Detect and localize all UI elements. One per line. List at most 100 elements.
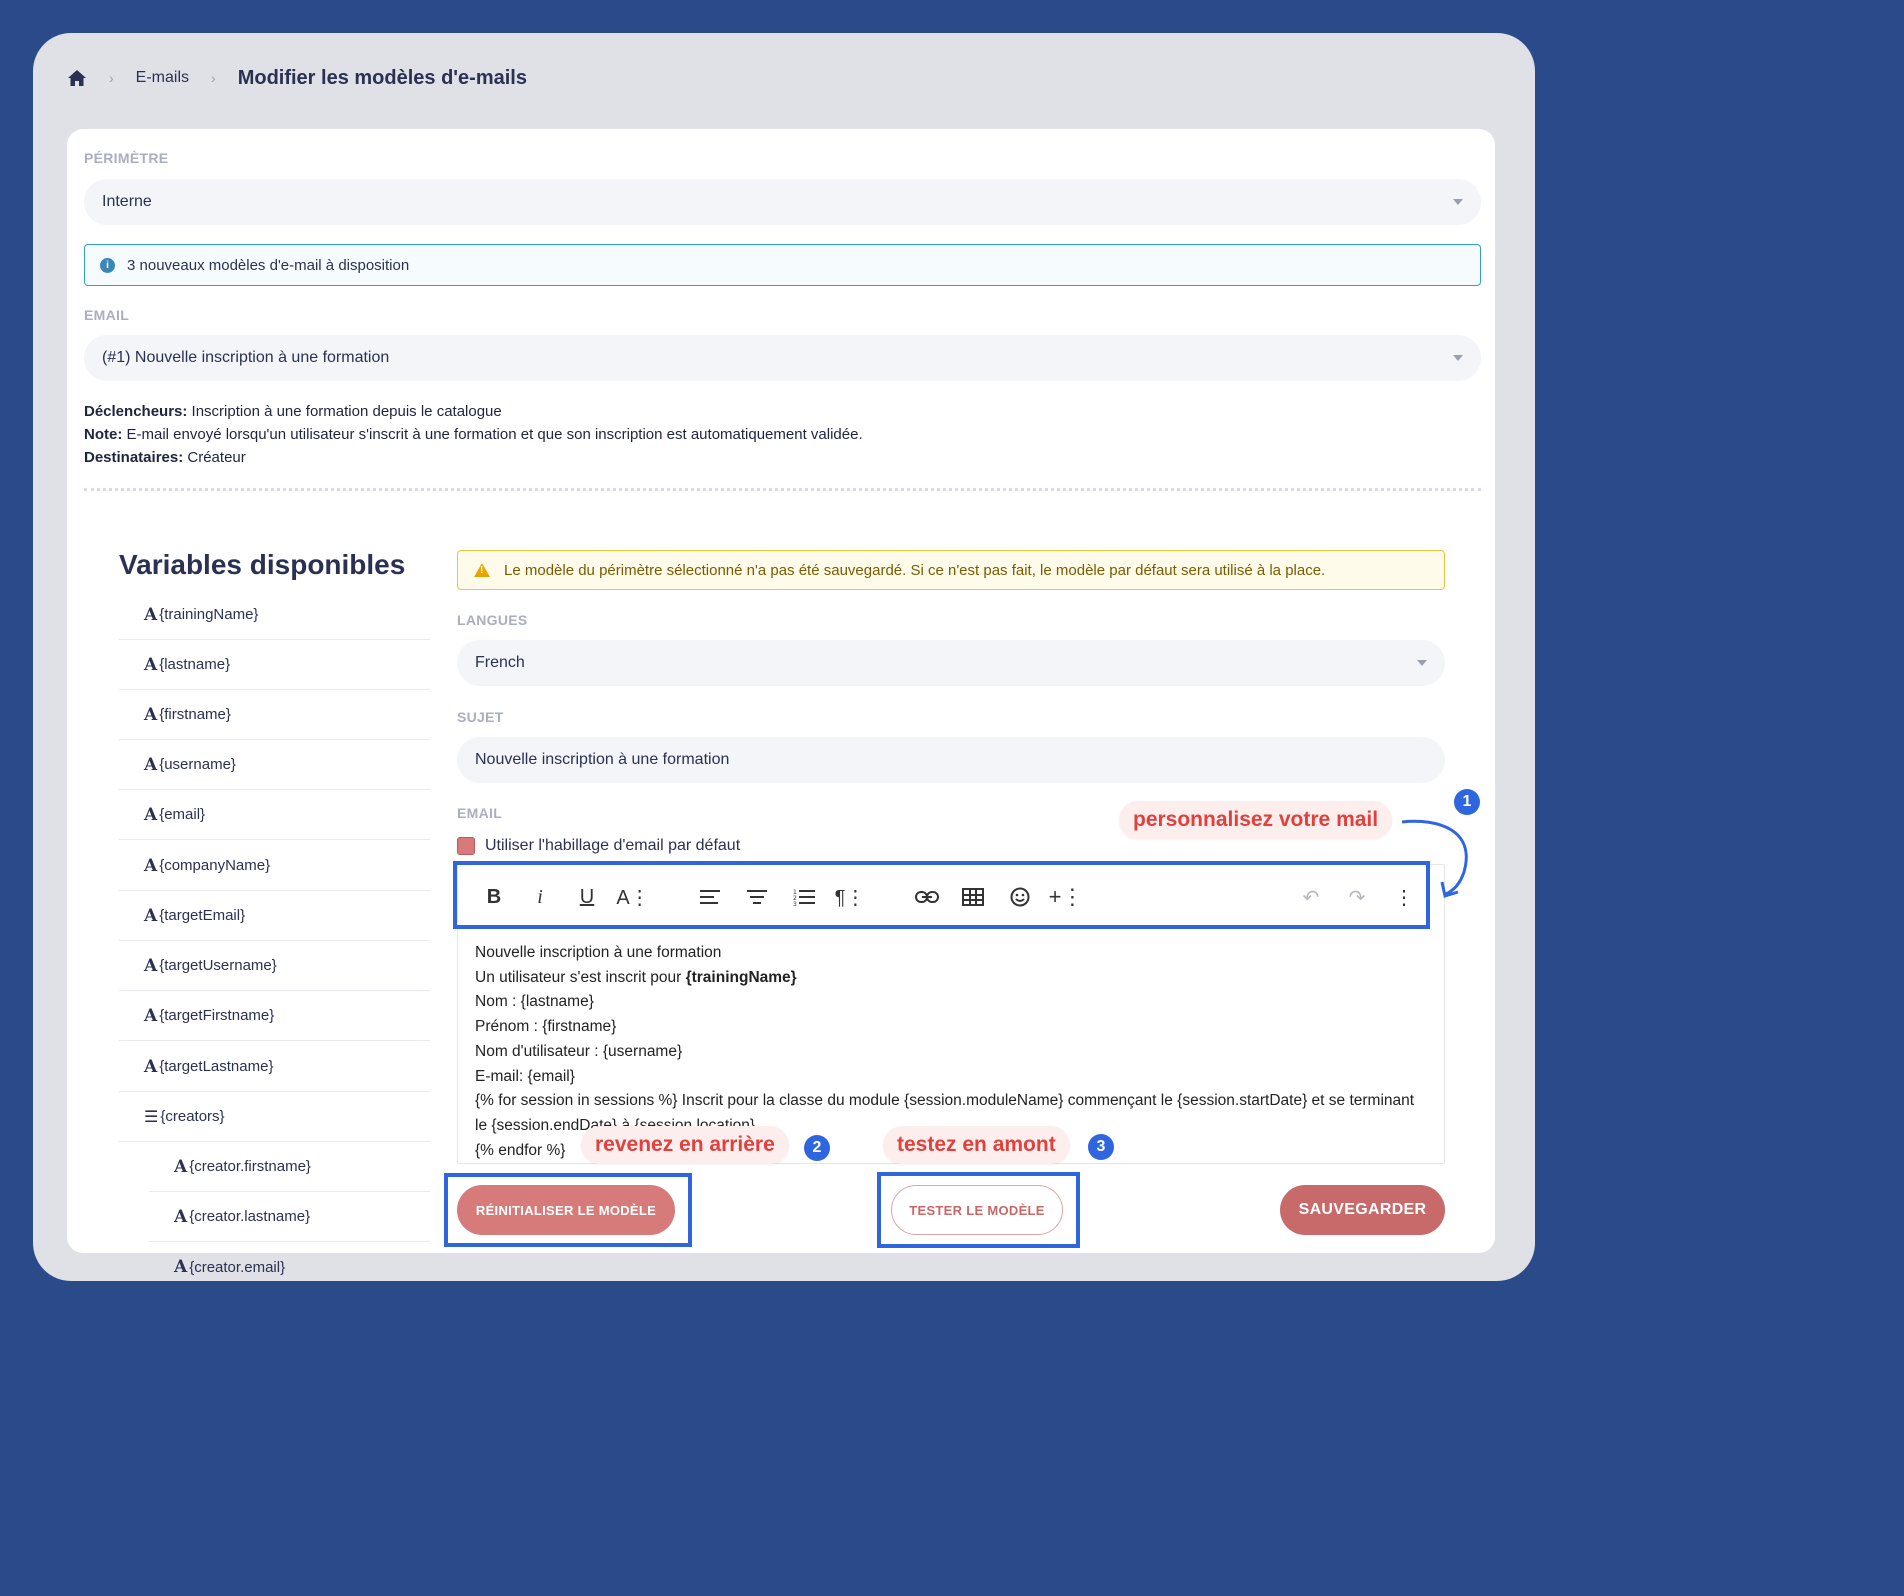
default-wrapper-label: Utiliser l'habillage d'email par défaut <box>485 837 741 854</box>
sujet-value: Nouvelle inscription à une formation <box>475 751 730 768</box>
langues-label: LANGUES <box>457 612 528 628</box>
text-variable-icon: A <box>144 804 158 825</box>
langues-value: French <box>475 654 525 671</box>
content-variable-bold: {trainingName} <box>685 968 797 986</box>
content-line: Nom : {lastname} <box>475 993 594 1011</box>
sujet-label: SUJET <box>457 709 504 725</box>
variable-label: {username} <box>159 756 236 773</box>
variable-label: {firstname} <box>159 706 231 723</box>
warning-text: Le modèle du périmètre sélectionné n'a p… <box>504 561 1326 579</box>
variable-label: {email} <box>159 806 206 823</box>
warning-banner: ! Le modèle du périmètre sélectionné n'a… <box>457 550 1445 590</box>
info-banner: i 3 nouveaux modèles d'e-mail à disposit… <box>84 244 1481 286</box>
annotation-note-2: revenez en arrière <box>581 1126 789 1164</box>
content-line: Prénom : {firstname} <box>475 1018 617 1036</box>
variable-label: {companyName} <box>159 857 271 874</box>
variable-item[interactable]: A {username} <box>119 740 430 790</box>
variable-label: {lastname} <box>159 656 231 673</box>
text-variable-icon: A <box>144 1005 158 1026</box>
variable-label: {creator.lastname} <box>189 1208 311 1225</box>
variable-item[interactable]: ☰ {creators} <box>119 1092 430 1142</box>
content-text: Un utilisateur s'est inscrit pour <box>475 968 686 986</box>
text-variable-icon: A <box>144 955 158 976</box>
content-line: Un utilisateur s'est inscrit pour {train… <box>475 966 1425 991</box>
variable-label: {targetEmail} <box>159 907 246 924</box>
langues-select[interactable]: French <box>457 640 1445 686</box>
variable-item[interactable]: A {creator.lastname} <box>149 1192 430 1242</box>
text-variable-icon: A <box>144 604 158 625</box>
triggers-line: Déclencheurs: Inscription à une formatio… <box>84 403 502 420</box>
main-panel: PÉRIMÈTRE Interne i 3 nouveaux modèles d… <box>67 129 1495 1277</box>
text-variable-icon: A <box>144 1056 158 1077</box>
info-icon: i <box>100 257 115 273</box>
perimetre-select[interactable]: Interne <box>84 179 1481 225</box>
app-window: › E-mails › Modifier les modèles d'e-mai… <box>33 33 1535 1281</box>
variable-label: {creator.firstname} <box>189 1158 311 1175</box>
caret-down-icon <box>1453 355 1463 361</box>
content-line: E-mail: {email} <box>475 1067 575 1085</box>
variable-item[interactable]: A {email} <box>119 790 430 840</box>
variable-label: {targetLastname} <box>159 1058 274 1075</box>
default-wrapper-checkbox-row[interactable]: Utiliser l'habillage d'email par défaut <box>457 837 740 855</box>
save-button[interactable]: SAUVEGARDER <box>1280 1185 1445 1235</box>
variable-item[interactable]: A {targetLastname} <box>119 1042 430 1092</box>
note-label: Note: <box>84 426 123 443</box>
content-line: Nouvelle inscription à une formation <box>475 944 722 961</box>
test-highlight-box <box>877 1172 1080 1248</box>
email-label: EMAIL <box>84 307 130 323</box>
toolbar-highlight-box <box>453 861 1430 929</box>
variable-label: {targetFirstname} <box>159 1007 275 1024</box>
caret-down-icon <box>1453 199 1463 205</box>
reset-highlight-box <box>444 1173 692 1247</box>
info-banner-text: 3 nouveaux modèles d'e-mail à dispositio… <box>127 256 410 274</box>
text-variable-icon: A <box>174 1206 188 1227</box>
note-value: E-mail envoyé lorsqu'un utilisateur s'in… <box>126 426 863 443</box>
triggers-value: Inscription à une formation depuis le ca… <box>191 403 502 420</box>
variable-item[interactable]: A {targetUsername} <box>119 941 430 991</box>
annotation-note-3: testez en amont <box>883 1126 1070 1164</box>
email-select[interactable]: (#1) Nouvelle inscription à une formatio… <box>84 335 1481 381</box>
variable-item[interactable]: A {creator.firstname} <box>149 1142 430 1192</box>
variable-item[interactable]: A {targetFirstname} <box>119 991 430 1041</box>
variable-item[interactable]: A {trainingName} <box>119 590 430 640</box>
variable-item[interactable]: A {creator.email} <box>149 1242 430 1281</box>
perimetre-label: PÉRIMÈTRE <box>84 150 169 166</box>
text-variable-icon: A <box>144 855 158 876</box>
sujet-input[interactable]: Nouvelle inscription à une formation <box>457 737 1445 783</box>
curved-arrow-icon <box>1401 819 1468 898</box>
text-variable-icon: A <box>144 654 158 675</box>
recipients-line: Destinataires: Créateur <box>84 449 246 466</box>
variable-label: {creators} <box>160 1108 225 1125</box>
variable-item[interactable]: A {firstname} <box>119 690 430 740</box>
annotation-number-2: 2 <box>804 1135 830 1161</box>
variable-item[interactable]: A {companyName} <box>119 841 430 891</box>
annotation-number-3: 3 <box>1088 1134 1114 1160</box>
text-variable-icon: A <box>174 1156 188 1177</box>
default-wrapper-checkbox[interactable] <box>457 837 475 855</box>
email-select-value: (#1) Nouvelle inscription à une formatio… <box>102 349 390 366</box>
annotation-note-1: personnalisez votre mail <box>1119 801 1393 839</box>
caret-down-icon <box>1417 660 1427 666</box>
variable-label: {creator.email} <box>189 1258 286 1276</box>
variables-title: Variables disponibles <box>119 549 406 580</box>
dotted-divider <box>84 488 1481 491</box>
recipients-value: Créateur <box>187 449 246 466</box>
text-variable-icon: A <box>144 754 158 775</box>
recipients-label: Destinataires: <box>84 449 184 466</box>
home-icon[interactable] <box>67 68 87 88</box>
content-line: Nom d'utilisateur : {username} <box>475 1042 683 1060</box>
email-editor-label: EMAIL <box>457 805 503 821</box>
variable-item[interactable]: A {lastname} <box>119 640 430 690</box>
note-line: Note: E-mail envoyé lorsqu'un utilisateu… <box>84 426 863 443</box>
variable-label: {trainingName} <box>159 606 259 623</box>
triggers-label: Déclencheurs: <box>84 403 188 420</box>
variable-label: {targetUsername} <box>159 957 277 974</box>
variable-item[interactable]: A {targetEmail} <box>119 891 430 941</box>
perimetre-value: Interne <box>102 193 152 210</box>
warning-icon: ! <box>474 563 490 577</box>
breadcrumb: › E-mails › Modifier les modèles d'e-mai… <box>67 63 527 93</box>
breadcrumb-emails[interactable]: E-mails <box>136 69 189 87</box>
chevron-right-icon: › <box>211 70 216 86</box>
page-title: Modifier les modèles d'e-mails <box>237 66 527 89</box>
chevron-right-icon: › <box>109 70 114 86</box>
